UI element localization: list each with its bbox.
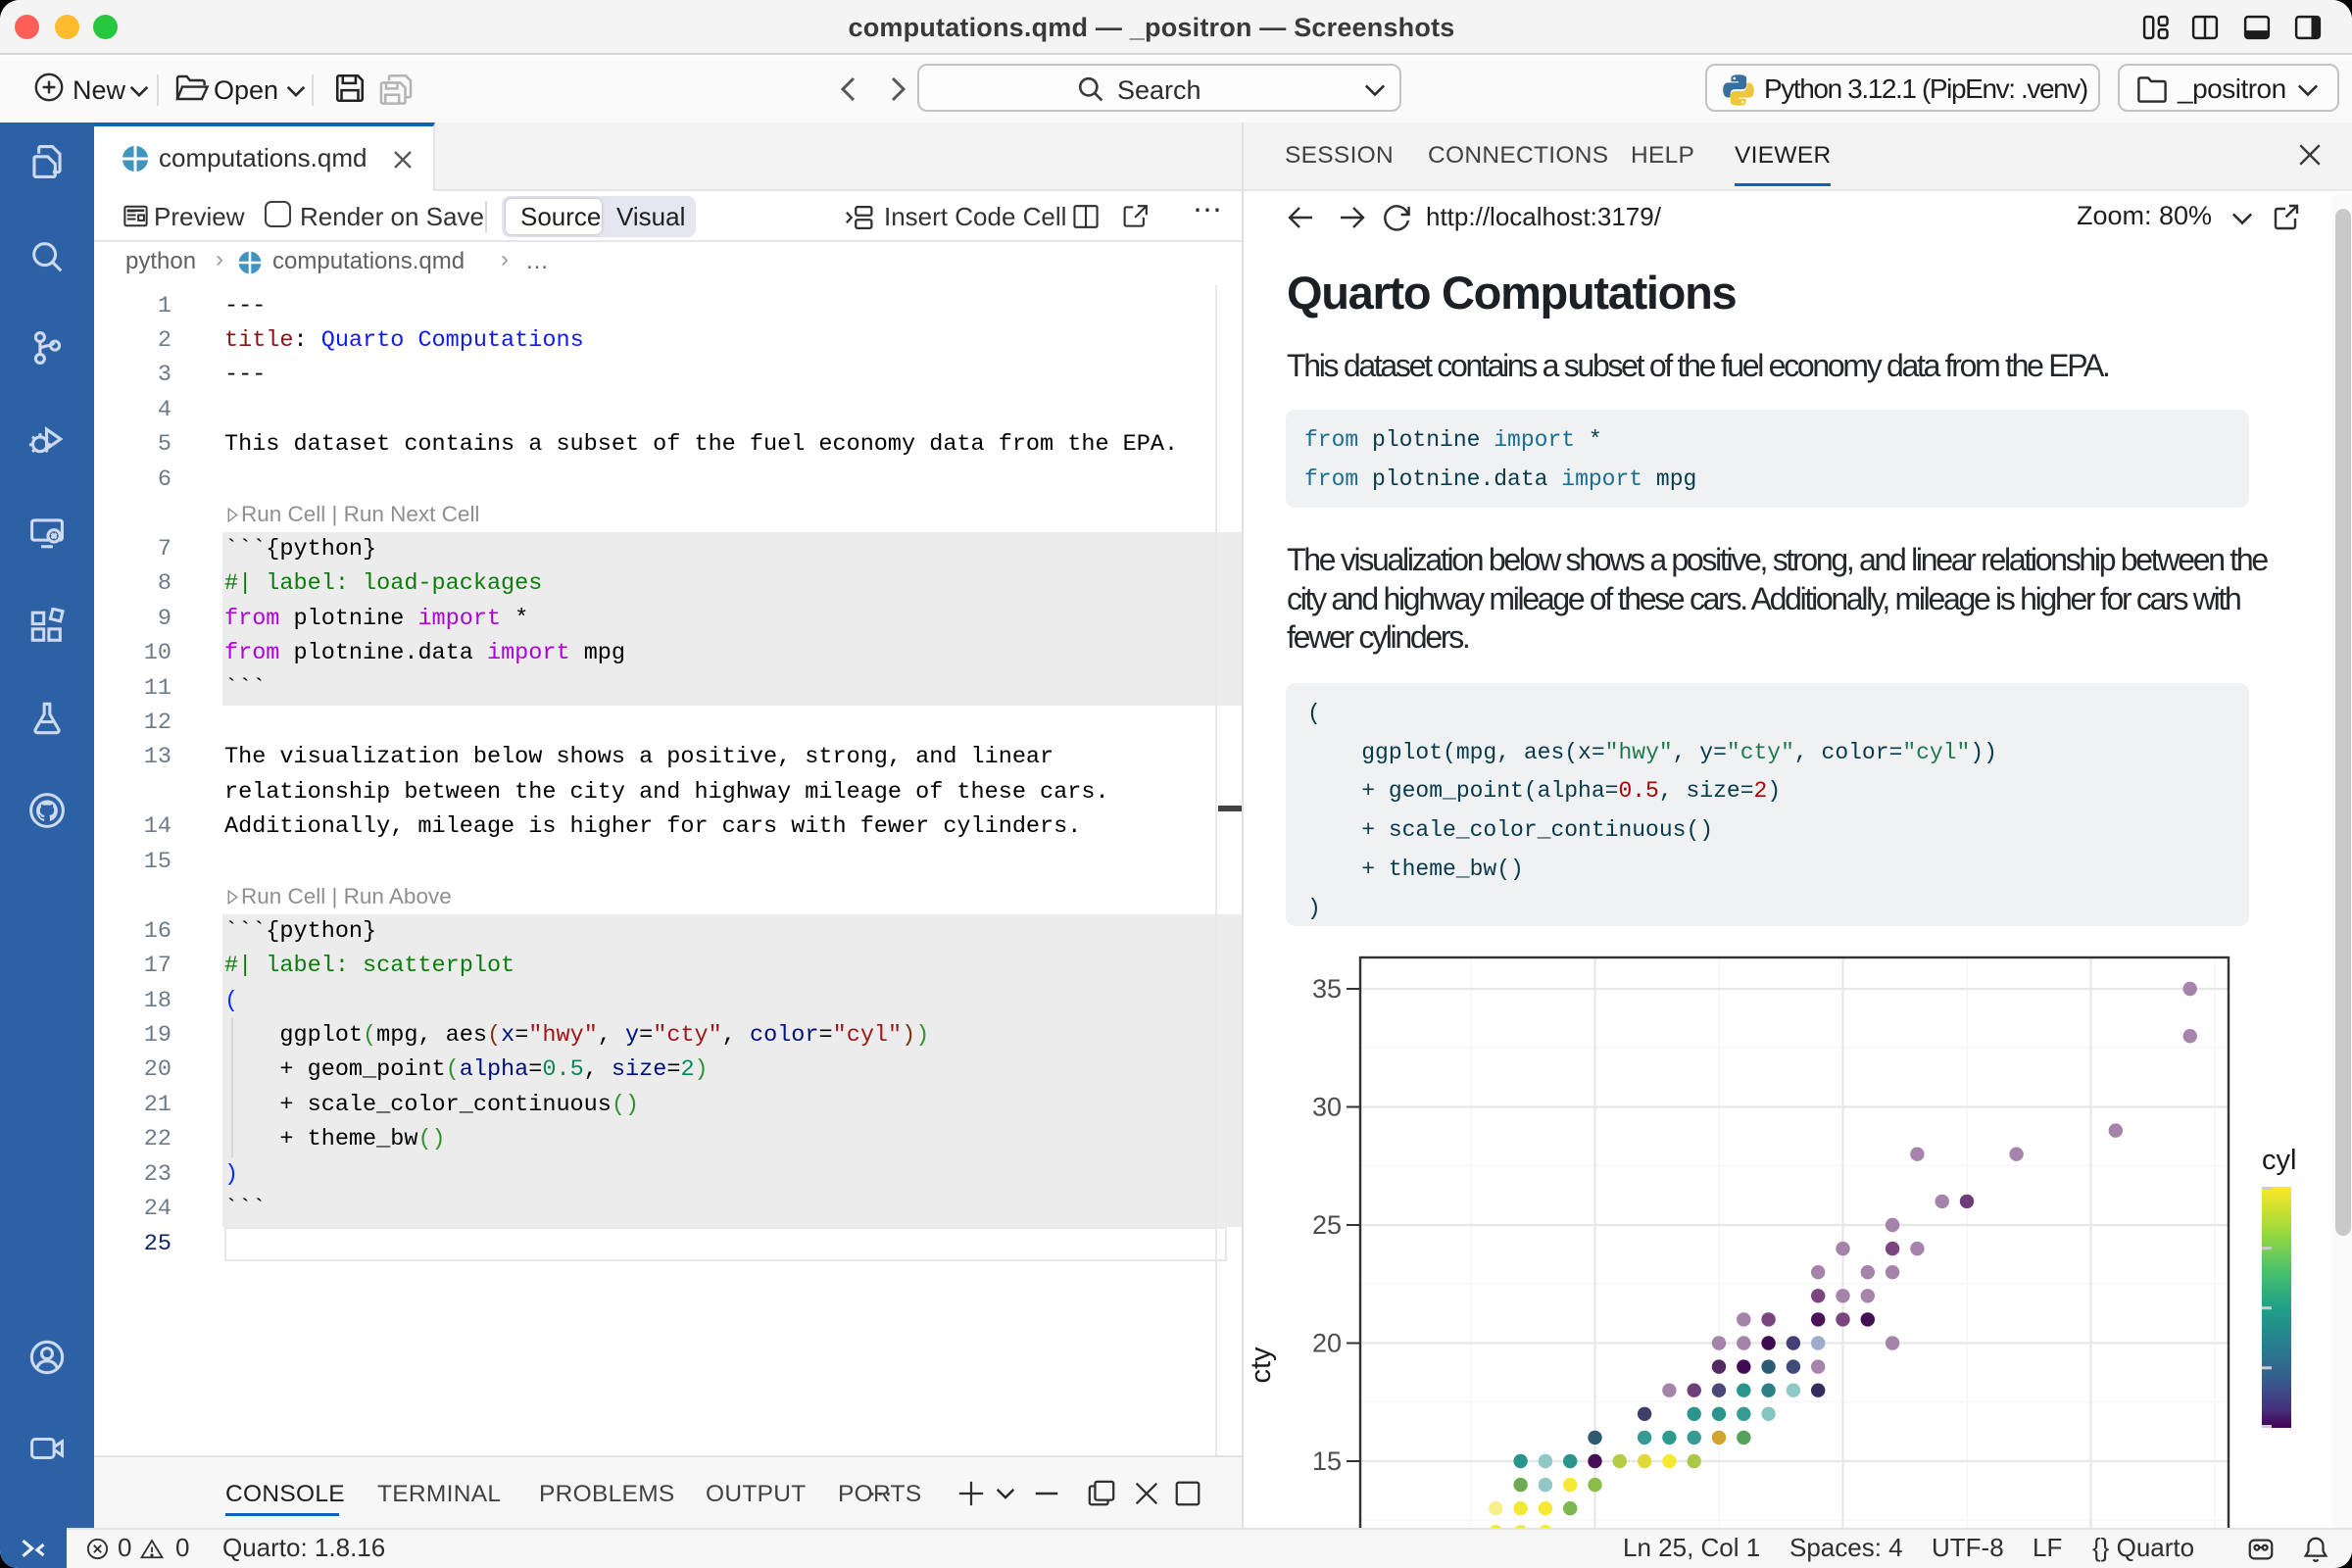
svg-text:20: 20 — [1312, 1329, 1342, 1358]
svg-text:cyl: cyl — [2262, 1145, 2296, 1176]
svg-text:cty: cty — [1246, 1347, 1277, 1384]
svg-text:35: 35 — [1312, 974, 1342, 1004]
svg-text:15: 15 — [1312, 1446, 1342, 1476]
svg-text:30: 30 — [1312, 1093, 1342, 1122]
svg-text:25: 25 — [1312, 1210, 1342, 1240]
